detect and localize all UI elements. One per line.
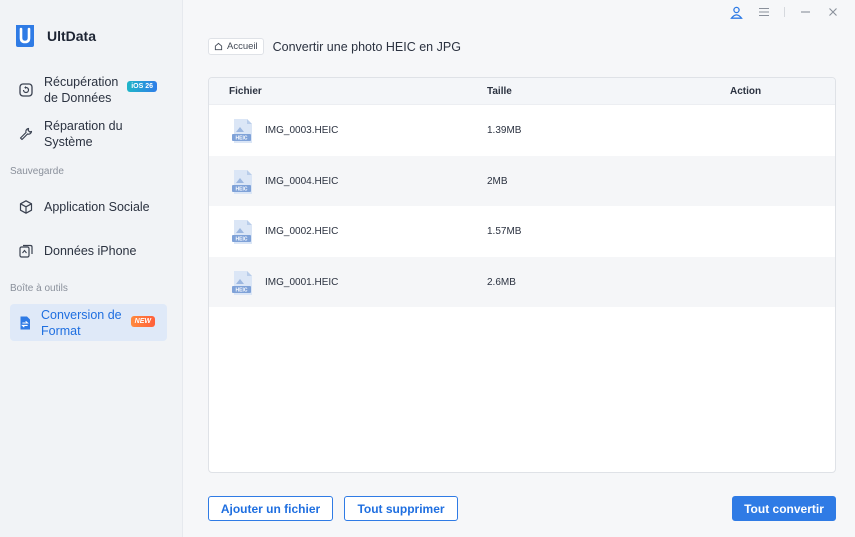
file-table: Fichier Taille Action HEIC IMG_0003.HEIC… — [208, 77, 836, 473]
sidebar-item-label: Données iPhone — [44, 244, 137, 258]
add-file-button[interactable]: Ajouter un fichier — [208, 496, 333, 521]
table-row: HEIC IMG_0002.HEIC 1.57MB — [209, 206, 835, 257]
ultdata-logo-icon — [16, 25, 34, 47]
sidebar-item-social-app[interactable]: Application Sociale — [10, 196, 167, 218]
file-name: IMG_0002.HEIC — [265, 226, 339, 237]
section-label-backup: Sauvegarde — [10, 166, 64, 177]
section-label-toolbox: Boîte à outils — [10, 283, 68, 294]
sidebar: UltData Récupération de Données iOS 26 R… — [0, 0, 183, 537]
file-name: IMG_0001.HEIC — [265, 276, 339, 288]
convert-all-button[interactable]: Tout convertir — [732, 496, 836, 521]
file-name: IMG_0004.HEIC — [265, 175, 339, 187]
file-size: 1.39MB — [487, 125, 522, 136]
file-size: 1.57MB — [487, 226, 522, 237]
table-row: HEIC IMG_0003.HEIC 1.39MB — [209, 105, 835, 156]
account-icon[interactable] — [728, 4, 744, 20]
ios-badge: iOS 26 — [127, 81, 157, 92]
recovery-icon — [19, 83, 33, 97]
file-name: IMG_0003.HEIC — [265, 125, 339, 136]
sidebar-item-label: Conversion de Format — [41, 307, 122, 338]
new-badge: NEW — [130, 316, 155, 327]
file-size: 2MB — [487, 175, 508, 187]
sidebar-item-format-conversion[interactable]: Conversion de Format NEW — [10, 304, 167, 341]
minimize-icon[interactable] — [797, 4, 813, 20]
column-header-size: Taille — [487, 86, 512, 97]
menu-icon[interactable] — [756, 4, 772, 20]
window-controls-divider — [784, 7, 785, 17]
breadcrumb-home[interactable]: Accueil — [208, 38, 264, 55]
sidebar-item-label: Récupération de Données — [44, 75, 119, 105]
file-icon-label: HEIC — [236, 287, 248, 293]
page-title: Convertir une photo HEIC en JPG — [272, 39, 461, 54]
sidebar-item-label: Réparation du Système — [44, 119, 123, 149]
column-header-action: Action — [730, 86, 762, 97]
table-row: HEIC IMG_0004.HEIC 2MB — [209, 155, 835, 206]
brand: UltData — [14, 23, 96, 49]
file-icon-label: HEIC — [236, 186, 248, 192]
breadcrumb: Accueil Convertir une photo HEIC en JPG — [208, 38, 461, 55]
heic-file-icon: HEIC — [232, 270, 252, 295]
file-icon-label: HEIC — [236, 237, 248, 243]
sidebar-item-data-recovery[interactable]: Récupération de Données iOS 26 — [10, 73, 167, 107]
sidebar-item-label: Application Sociale — [44, 200, 150, 214]
delete-all-button[interactable]: Tout supprimer — [344, 496, 458, 521]
table-row: HEIC IMG_0001.HEIC 2.6MB — [209, 256, 835, 307]
cube-icon — [19, 200, 33, 214]
heic-file-icon: HEIC — [232, 220, 252, 244]
column-header-file: Fichier — [229, 86, 262, 97]
app-name: UltData — [47, 28, 97, 44]
file-size: 2.6MB — [487, 276, 516, 288]
sidebar-item-system-repair[interactable]: Réparation du Système — [10, 117, 167, 151]
heic-file-icon: HEIC — [232, 169, 252, 194]
phone-data-icon — [19, 244, 33, 258]
wrench-icon — [19, 127, 33, 141]
breadcrumb-home-label: Accueil — [227, 41, 258, 52]
file-icon-label: HEIC — [236, 136, 248, 142]
home-icon — [214, 42, 223, 51]
heic-file-icon: HEIC — [232, 119, 252, 143]
convert-icon — [20, 316, 30, 329]
sidebar-item-iphone-data[interactable]: Données iPhone — [10, 240, 167, 262]
window-controls — [716, 4, 841, 20]
close-icon[interactable] — [825, 4, 841, 20]
table-header: Fichier Taille Action — [209, 78, 835, 105]
